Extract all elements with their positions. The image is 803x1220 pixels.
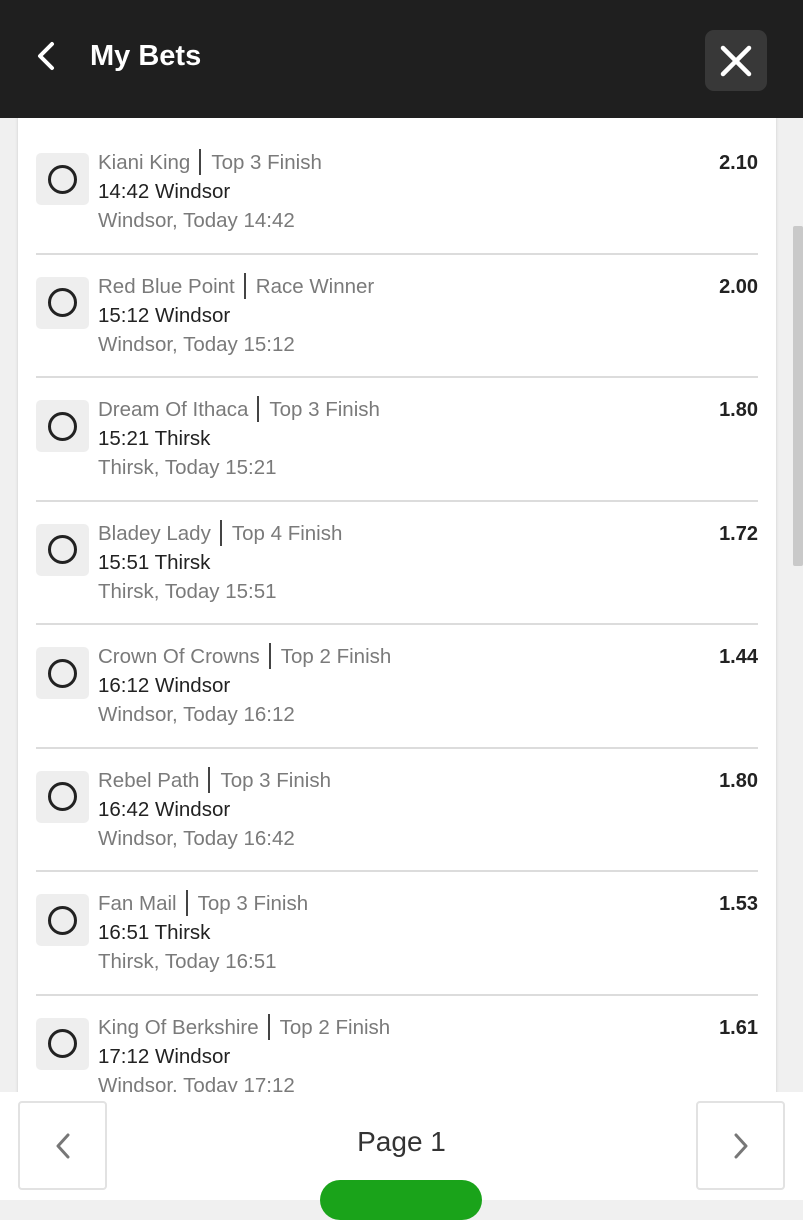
market-name: Race Winner: [255, 274, 375, 298]
radio-circle-icon: [48, 658, 77, 688]
chevron-left-icon: [38, 42, 54, 70]
bet-row[interactable]: Fan Mail Top 3 Finish 16:51 Thirsk Thirsk, …: [36, 872, 758, 996]
bets-scroll-area[interactable]: Kiani King Top 3 Finish 14:42 Windsor Winds…: [0, 118, 803, 1092]
radio-circle-icon: [48, 288, 77, 317]
selection-market: Fan Mail Top 3 Finish: [98, 890, 308, 918]
selection-market: Crown Of Crowns Top 2 Finish: [98, 643, 391, 671]
bet-row[interactable]: Bladey Lady Top 4 Finish 15:51 Thirsk Thirs…: [36, 502, 758, 625]
race-name: 16:12 Windsor: [98, 674, 231, 697]
selection-name: Bladey Lady: [98, 521, 211, 545]
radio-circle-icon: [48, 782, 77, 811]
select-radio-button[interactable]: [36, 523, 89, 576]
select-radio-button[interactable]: [36, 770, 89, 823]
selection-name: Dream Of Ithaca: [98, 398, 249, 421]
close-icon: [720, 45, 752, 76]
select-radio-button[interactable]: [36, 647, 89, 699]
selection-market: Red Blue Point Race Winner: [98, 272, 375, 301]
select-radio-button[interactable]: [36, 276, 89, 329]
event-time: Thirsk, Today 16:51: [98, 950, 277, 973]
race-name: 15:12 Windsor: [98, 303, 231, 327]
event-time: Windsor, Today 17:12: [98, 1073, 295, 1093]
radio-circle-icon: [48, 535, 77, 564]
radio-circle-icon: [48, 1029, 77, 1058]
race-name: 17:12 Windsor: [98, 1044, 231, 1068]
bet-row[interactable]: Kiani King Top 3 Finish 14:42 Windsor Winds…: [36, 131, 758, 255]
market-name: Top 2 Finish: [279, 1015, 391, 1039]
market-name: Top 3 Finish: [220, 768, 331, 792]
place-bet-button[interactable]: [320, 1180, 482, 1220]
separator: [208, 766, 211, 793]
odds-value: 2.00: [719, 275, 758, 298]
select-radio-button[interactable]: [36, 894, 89, 946]
page-title: My Bets: [90, 40, 202, 72]
selection-market: Kiani King Top 3 Finish: [98, 149, 322, 177]
race-name: 16:42 Windsor: [98, 797, 231, 821]
chevron-right-icon: [734, 1133, 747, 1158]
radio-circle-icon: [48, 411, 77, 441]
separator: [243, 272, 246, 299]
bet-row[interactable]: King Of Berkshire Top 2 Finish 17:12 Winds…: [36, 996, 758, 1093]
pagination-footer: Page 1: [0, 1092, 803, 1220]
event-time: Windsor, Today 14:42: [98, 209, 295, 232]
selection-name: King Of Berkshire: [98, 1015, 259, 1039]
event-time: Windsor, Today 16:42: [98, 826, 295, 850]
market-name: Top 3 Finish: [211, 151, 322, 174]
odds-value: 1.72: [719, 522, 758, 545]
market-name: Top 3 Finish: [197, 892, 309, 915]
odds-value: 1.80: [719, 769, 758, 792]
app-header: My Bets: [0, 0, 803, 118]
event-time: Windsor, Today 16:12: [98, 703, 295, 726]
selection-name: Crown Of Crowns: [98, 645, 260, 668]
bet-row[interactable]: Crown Of Crowns Top 2 Finish 16:12 Windsor…: [36, 625, 758, 749]
race-name: 14:42 Windsor: [98, 180, 231, 203]
scrollbar[interactable]: [793, 226, 803, 566]
back-button[interactable]: [26, 34, 66, 78]
market-name: Top 2 Finish: [280, 645, 392, 668]
close-button[interactable]: [705, 30, 767, 91]
odds-value: 2.10: [719, 152, 758, 174]
select-radio-button[interactable]: [36, 153, 89, 205]
separator: [219, 519, 222, 546]
select-radio-button[interactable]: [36, 400, 89, 452]
radio-circle-icon: [48, 164, 77, 194]
odds-value: 1.44: [719, 646, 758, 668]
selection-market: King Of Berkshire Top 2 Finish: [98, 1013, 391, 1042]
radio-circle-icon: [48, 905, 77, 935]
bet-row[interactable]: Dream Of Ithaca Top 3 Finish 15:21 Thirsk T…: [36, 378, 758, 502]
next-page-button[interactable]: [696, 1101, 785, 1190]
select-radio-button[interactable]: [36, 1017, 89, 1070]
event-time: Thirsk, Today 15:21: [98, 456, 277, 479]
separator: [268, 643, 271, 669]
selection-market: Rebel Path Top 3 Finish: [98, 766, 331, 795]
market-name: Top 3 Finish: [269, 398, 380, 421]
event-time: Thirsk, Today 15:51: [98, 579, 277, 603]
race-name: 16:51 Thirsk: [98, 921, 211, 944]
odds-value: 1.61: [719, 1016, 758, 1039]
separator: [267, 1013, 270, 1040]
separator: [185, 890, 188, 916]
race-name: 15:51 Thirsk: [98, 550, 211, 574]
selection-name: Red Blue Point: [98, 274, 235, 298]
market-name: Top 4 Finish: [231, 521, 343, 545]
page-label: Page 1: [357, 1126, 446, 1157]
separator: [199, 149, 202, 175]
bet-row[interactable]: Rebel Path Top 3 Finish 16:42 Windsor Winds…: [36, 749, 758, 872]
event-time: Windsor, Today 15:12: [98, 332, 295, 356]
odds-value: 1.80: [719, 399, 758, 421]
selection-name: Rebel Path: [98, 768, 200, 792]
selection-name: Fan Mail: [98, 892, 177, 915]
separator: [257, 396, 260, 422]
bet-row[interactable]: Red Blue Point Race Winner 15:12 Windsor Wi…: [36, 255, 758, 378]
selection-market: Dream Of Ithaca Top 3 Finish: [98, 396, 380, 424]
selection-name: Kiani King: [98, 151, 191, 174]
selection-market: Bladey Lady Top 4 Finish: [98, 519, 343, 548]
race-name: 15:21 Thirsk: [98, 427, 211, 450]
odds-value: 1.53: [719, 893, 758, 915]
